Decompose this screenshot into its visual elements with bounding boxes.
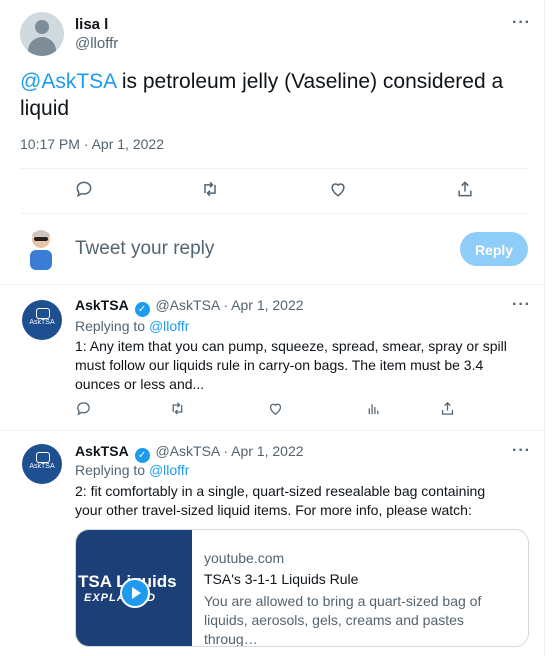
card-title: TSA's 3-1-1 Liquids Rule <box>204 571 359 587</box>
card-domain: youtube.com <box>204 550 285 566</box>
play-icon[interactable] <box>120 578 150 608</box>
author-name[interactable]: lisa l <box>75 16 108 33</box>
replying-to: Replying to @lloffr <box>75 318 190 334</box>
tweet-header: AskTSA ✓ @AskTSA · Apr 1, 2022 <box>75 297 304 317</box>
reply-icon[interactable] <box>75 400 95 420</box>
retweet-icon[interactable] <box>200 179 220 199</box>
replying-to: Replying to @lloffr <box>75 462 190 478</box>
divider <box>20 168 528 169</box>
verified-badge-icon: ✓ <box>134 448 150 463</box>
like-icon[interactable] <box>328 179 348 199</box>
mention-link[interactable]: @lloffr <box>149 462 189 478</box>
main-tweet-header: lisa l @lloffr <box>20 12 530 58</box>
analytics-icon[interactable] <box>365 400 385 420</box>
tweet-date[interactable]: · Apr 1, 2022 <box>223 443 303 459</box>
like-icon[interactable] <box>267 400 287 420</box>
mention-link[interactable]: @lloffr <box>149 318 189 334</box>
avatar[interactable]: AskTSA <box>22 444 62 484</box>
tweet-text: @AskTSA is petroleum jelly (Vaseline) co… <box>20 68 520 122</box>
more-options-icon[interactable]: ··· <box>512 443 531 459</box>
author-name[interactable]: AskTSA <box>75 443 129 459</box>
tweet-text: 1: Any item that you can pump, squeeze, … <box>75 338 507 392</box>
author-handle[interactable]: @AskTSA <box>155 443 219 459</box>
reply-input[interactable]: Tweet your reply <box>75 238 214 260</box>
mention-link[interactable]: @AskTSA <box>20 70 116 93</box>
more-options-icon[interactable]: ··· <box>512 15 531 31</box>
avatar[interactable]: AskTSA <box>22 300 62 340</box>
link-card[interactable]: TSA Liquids EXPLAINED youtube.com TSA's … <box>75 529 529 647</box>
tweet-date[interactable]: · Apr 1, 2022 <box>223 297 303 313</box>
card-body: youtube.com TSA's 3-1-1 Liquids Rule You… <box>204 550 520 647</box>
reply-tweet[interactable]: AskTSA AskTSA ✓ @AskTSA · Apr 1, 2022 ··… <box>0 284 544 430</box>
verified-badge-icon: ✓ <box>134 302 150 317</box>
author-handle[interactable]: @lloffr <box>75 35 118 52</box>
avatar[interactable] <box>20 12 64 56</box>
share-icon[interactable] <box>439 400 459 420</box>
divider <box>20 213 528 214</box>
card-description: You are allowed to bring a quart-sized b… <box>204 593 482 647</box>
reply-button[interactable]: Reply <box>460 232 528 266</box>
retweet-icon[interactable] <box>169 400 189 420</box>
tweet-thread: lisa l @lloffr ··· @AskTSA is petroleum … <box>0 0 545 656</box>
user-avatar[interactable] <box>26 226 56 270</box>
tweet-text: 2: fit comfortably in a single, quart-si… <box>75 483 486 518</box>
tweet-timestamp[interactable]: 10:17 PM · Apr 1, 2022 <box>20 136 164 152</box>
share-icon[interactable] <box>455 179 475 199</box>
author-name[interactable]: AskTSA <box>75 297 129 313</box>
reply-icon[interactable] <box>74 179 94 199</box>
video-thumbnail[interactable]: TSA Liquids EXPLAINED <box>76 530 192 646</box>
tweet-header: AskTSA ✓ @AskTSA · Apr 1, 2022 <box>75 443 304 463</box>
author-handle[interactable]: @AskTSA <box>155 297 219 313</box>
more-options-icon[interactable]: ··· <box>512 297 531 313</box>
